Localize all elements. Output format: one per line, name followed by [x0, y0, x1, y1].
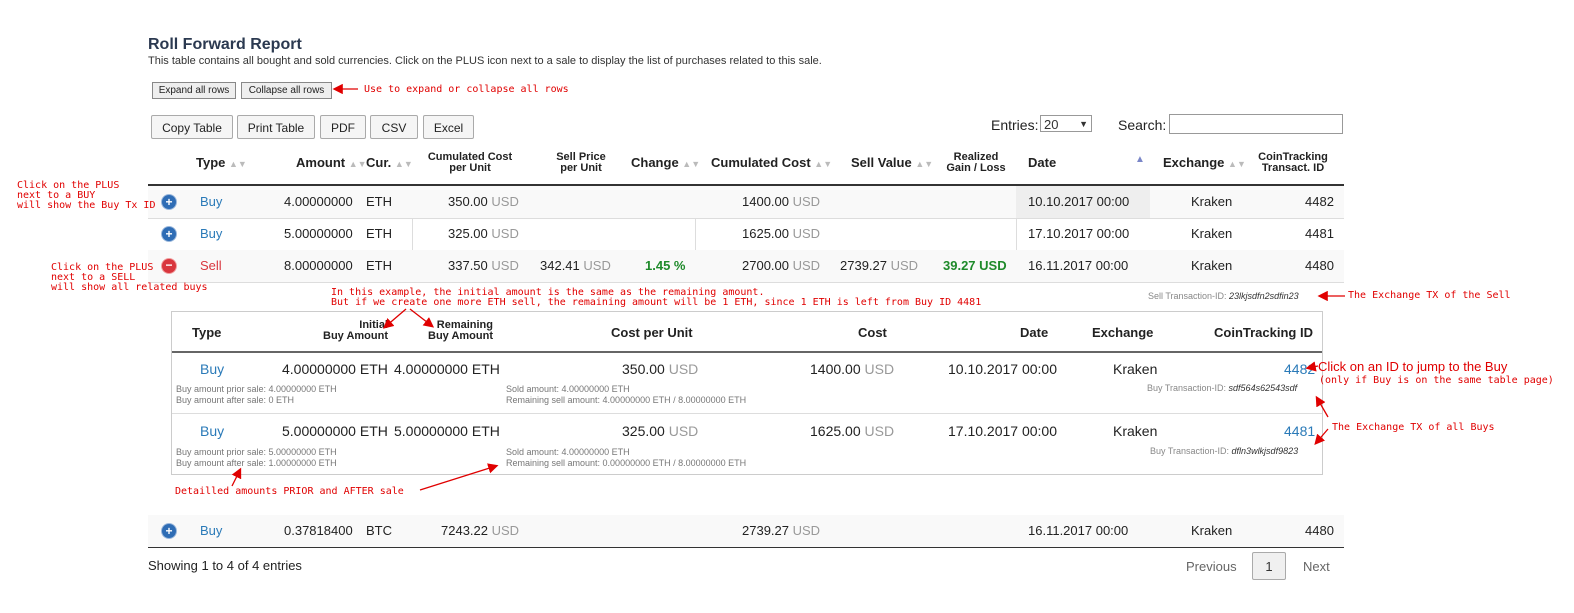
annotation-arrows [231, 83, 1345, 491]
arrow-to-prior-after [231, 467, 242, 487]
arrow-to-remaining [409, 308, 435, 328]
arrow-to-initial [383, 308, 407, 329]
arrow-to-sold [419, 463, 499, 491]
arrow-to-buy-tx-1 [1315, 395, 1329, 418]
arrow-to-id [1305, 361, 1319, 372]
arrow-to-buy-tx-2 [1314, 428, 1329, 445]
